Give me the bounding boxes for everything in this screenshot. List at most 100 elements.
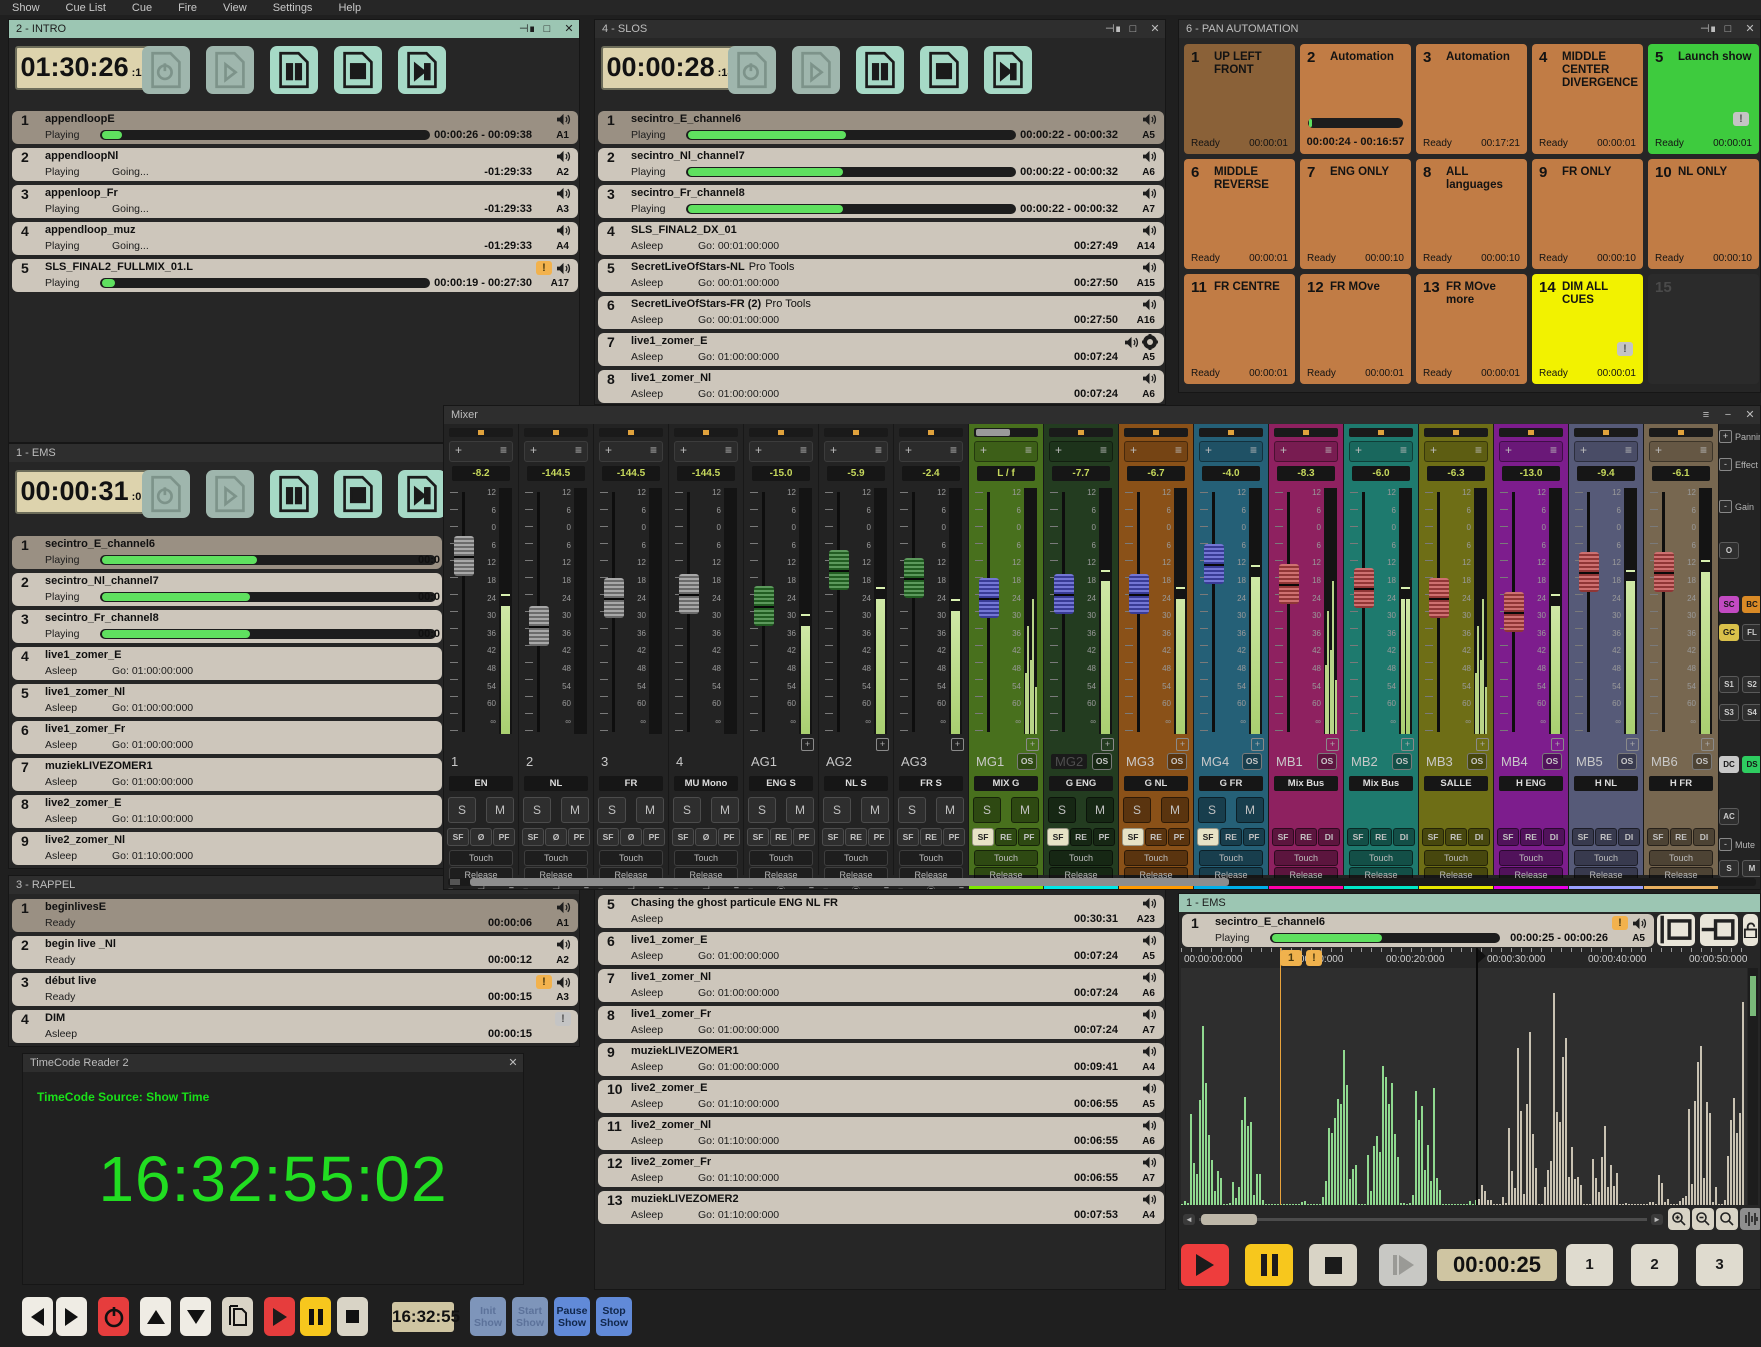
- mute-button[interactable]: M: [861, 797, 889, 823]
- panel-toggle-mute[interactable]: -: [1719, 838, 1732, 851]
- editor-pause-button[interactable]: [1245, 1244, 1293, 1286]
- cue-row[interactable]: 8 live1_zomer_Nl Asleep Go: 01:00:00:000…: [598, 370, 1164, 403]
- menu-item-settings[interactable]: Settings: [273, 2, 313, 14]
- strip-button-sf[interactable]: SF: [1122, 828, 1144, 846]
- cue-row[interactable]: 5 live1_zomer_Nl Asleep Go: 01:00:00:000: [12, 684, 442, 717]
- panel-button-o[interactable]: O: [1719, 542, 1739, 559]
- page-1-button[interactable]: 1: [1566, 1244, 1613, 1286]
- touch-button[interactable]: Touch: [1574, 850, 1638, 866]
- cue-row[interactable]: 3 appenloop_Fr Playing Going... -01:29:3…: [12, 185, 578, 218]
- cue-row[interactable]: 2 begin live _Nl Ready 00:00:12 A2: [12, 936, 578, 969]
- strip-button-pf[interactable]: PF: [568, 828, 590, 846]
- timeline-ruler[interactable]: 00:00:00:00000:00:10:00000:00:20:00000:0…: [1181, 948, 1747, 968]
- os-button[interactable]: OS: [1167, 753, 1187, 770]
- channel-add-row[interactable]: +≡: [674, 441, 738, 462]
- channel-add-row[interactable]: +≡: [824, 441, 888, 462]
- fader-thumb[interactable]: [1504, 592, 1524, 632]
- touch-button[interactable]: Touch: [1349, 850, 1413, 866]
- close-icon[interactable]: ✕: [507, 1054, 519, 1072]
- toolbar-prev-button[interactable]: [22, 1297, 53, 1336]
- maximize-icon[interactable]: □: [1127, 20, 1139, 38]
- touch-button[interactable]: Touch: [1049, 850, 1113, 866]
- mixer-scrollbar[interactable]: [448, 878, 1756, 886]
- cue-pause-button[interactable]: [856, 46, 904, 94]
- strip-button-sf[interactable]: SF: [672, 828, 694, 846]
- menu-item-view[interactable]: View: [223, 2, 247, 14]
- cue-row[interactable]: 4 SLS_FINAL2_DX_01 Asleep Go: 00:01:00:0…: [598, 222, 1164, 255]
- cue-skip-button[interactable]: [398, 46, 446, 94]
- solo-button[interactable]: S: [448, 797, 476, 823]
- cue-row[interactable]: 1 secintro_E_channel6 Playing 00:00:25 -…: [1182, 914, 1654, 947]
- strip-button-pf[interactable]: PF: [793, 828, 815, 846]
- zoom-in-button[interactable]: [1668, 1208, 1690, 1230]
- meter-expand-icon[interactable]: +: [1626, 738, 1639, 751]
- marker-badge[interactable]: 1: [1280, 950, 1302, 966]
- cue-row[interactable]: 8 live2_zomer_E Asleep Go: 01:10:00:000: [12, 795, 442, 828]
- cue-stop-button[interactable]: [334, 470, 382, 518]
- solo-button[interactable]: S: [523, 797, 551, 823]
- strip-button-pf[interactable]: PF: [718, 828, 740, 846]
- strip-button-re[interactable]: RE: [1595, 828, 1617, 846]
- cue-pause-button[interactable]: [270, 470, 318, 518]
- panel-button-sc[interactable]: SC: [1719, 596, 1739, 613]
- fader-track[interactable]: [1362, 492, 1365, 732]
- meter-expand-icon[interactable]: +: [876, 738, 889, 751]
- toolbar-stop-button[interactable]: [337, 1297, 368, 1336]
- os-button[interactable]: OS: [1092, 753, 1112, 770]
- cue-row[interactable]: 11 live2_zomer_Nl Asleep Go: 01:10:00:00…: [598, 1117, 1164, 1150]
- fader-thumb[interactable]: [904, 558, 924, 598]
- cue-row[interactable]: 3 secintro_Fr_channel8 Playing 00:00:22 …: [598, 185, 1164, 218]
- pin-region-button[interactable]: [1700, 914, 1738, 946]
- mute-button[interactable]: M: [561, 797, 589, 823]
- touch-button[interactable]: Touch: [674, 850, 738, 866]
- toolbar-next-button[interactable]: [56, 1297, 87, 1336]
- fader-thumb[interactable]: [1054, 574, 1074, 614]
- fader-thumb[interactable]: [1579, 552, 1599, 592]
- meter-expand-icon[interactable]: +: [1176, 738, 1189, 751]
- cue-row[interactable]: 3 secintro_Fr_channel8 Playing 00:0: [12, 610, 442, 643]
- touch-button[interactable]: Touch: [1424, 850, 1488, 866]
- editor-play-button[interactable]: [1181, 1244, 1229, 1286]
- start-show-button[interactable]: Start Show: [512, 1297, 548, 1336]
- cue-row[interactable]: 1 secintro_E_channel6 Playing 00:00:22 -…: [598, 111, 1164, 144]
- strip-button-sf[interactable]: SF: [597, 828, 619, 846]
- channel-add-row[interactable]: +≡: [1649, 441, 1713, 462]
- waveform[interactable]: [1181, 968, 1747, 1205]
- strip-button-re[interactable]: RE: [1295, 828, 1317, 846]
- pan-cue-tile[interactable]: 14 DIM ALL CUES ! Ready 00:00:01: [1532, 274, 1643, 384]
- channel-add-row[interactable]: +≡: [1424, 441, 1488, 462]
- strip-button-sf[interactable]: SF: [522, 828, 544, 846]
- toolbar-pause-button[interactable]: [300, 1297, 331, 1336]
- strip-button-ø[interactable]: Ø: [470, 828, 492, 846]
- cue-row[interactable]: 2 secintro_Nl_channel7 Playing 00:00:22 …: [598, 148, 1164, 181]
- strip-button-re[interactable]: RE: [770, 828, 792, 846]
- strip-button-di[interactable]: DI: [1393, 828, 1415, 846]
- cue-row[interactable]: 10 live2_zomer_E Asleep Go: 01:10:00:000…: [598, 1080, 1164, 1113]
- meter-expand-icon[interactable]: +: [1551, 738, 1564, 751]
- touch-button[interactable]: Touch: [524, 850, 588, 866]
- strip-button-di[interactable]: DI: [1318, 828, 1340, 846]
- channel-add-row[interactable]: +≡: [1274, 441, 1338, 462]
- menu-item-cue[interactable]: Cue: [132, 2, 152, 14]
- channel-add-row[interactable]: +≡: [524, 441, 588, 462]
- pan-cue-tile[interactable]: 4 MIDDLE CENTER DIVERGENCE Ready 00:00:0…: [1532, 44, 1643, 154]
- os-button[interactable]: OS: [1692, 753, 1712, 770]
- fader-track[interactable]: [837, 492, 840, 732]
- touch-button[interactable]: Touch: [974, 850, 1038, 866]
- zoom-fit-button[interactable]: [1716, 1208, 1738, 1230]
- solo-button[interactable]: S: [1048, 797, 1076, 823]
- pan-cue-tile[interactable]: 5 Launch show ! Ready 00:00:01: [1648, 44, 1759, 154]
- mute-button[interactable]: M: [486, 797, 514, 823]
- menu-item-help[interactable]: Help: [338, 2, 361, 14]
- cue-play-button[interactable]: [206, 46, 254, 94]
- cue-row[interactable]: 4 live1_zomer_E Asleep Go: 01:00:00:000: [12, 647, 442, 680]
- fader-thumb[interactable]: [979, 578, 999, 618]
- marker-button[interactable]: [1657, 914, 1695, 946]
- strip-button-re[interactable]: RE: [1220, 828, 1242, 846]
- fader-track[interactable]: [462, 492, 465, 732]
- cue-play-button[interactable]: [206, 470, 254, 518]
- strip-button-di[interactable]: DI: [1693, 828, 1715, 846]
- strip-button-sf[interactable]: SF: [1272, 828, 1294, 846]
- touch-button[interactable]: Touch: [1199, 850, 1263, 866]
- fader-track[interactable]: [1587, 492, 1590, 732]
